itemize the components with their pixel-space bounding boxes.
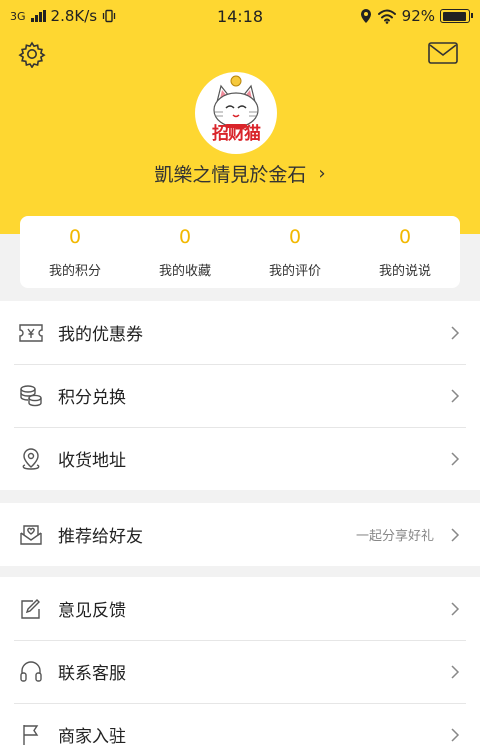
menu-label: 商家入驻: [58, 727, 126, 745]
battery-percent: 92%: [401, 7, 435, 25]
stat-label: 我的评价: [268, 263, 321, 279]
menu-group-account: 我的优惠券 积分兑换 收货地址: [0, 301, 480, 490]
menu-item-recommend[interactable]: 推荐给好友 一起分享好礼: [0, 503, 480, 566]
feedback-icon: [18, 596, 44, 622]
menu-item-merchant-join[interactable]: 商家入驻: [0, 703, 480, 745]
menu-hint: 一起分享好礼: [355, 529, 434, 544]
menu-label: 意见反馈: [58, 601, 126, 621]
menu-label: 积分兑换: [58, 388, 126, 408]
chevron-right-icon: [451, 601, 460, 616]
chevron-right-icon: [451, 664, 460, 679]
menu-group-support: 意见反馈 联系客服 商家入驻: [0, 577, 480, 745]
menu-label: 收货地址: [58, 451, 126, 471]
stat-reviews[interactable]: 0 我的评价: [240, 216, 350, 288]
stat-label: 我的积分: [48, 263, 101, 279]
menu-item-customer-service[interactable]: 联系客服: [0, 640, 480, 703]
avatar-logo-text: 招财猫: [212, 124, 261, 144]
stat-favorites[interactable]: 0 我的收藏: [130, 216, 240, 288]
gear-icon[interactable]: [18, 40, 46, 68]
headset-icon: [18, 659, 44, 685]
chevron-right-icon: [451, 388, 460, 403]
stat-value: 0: [398, 225, 412, 248]
coins-icon: [18, 383, 44, 409]
profile-header: 招财猫 凱樂之情見於金石 ›: [0, 0, 480, 234]
stats-card: 0 我的积分 0 我的收藏 0 我的评价 0 我的说说: [20, 216, 460, 288]
battery-icon: [440, 9, 473, 23]
chevron-right-icon: [451, 451, 460, 466]
menu-item-points-exchange[interactable]: 积分兑换: [0, 364, 480, 427]
menu-group-share: 推荐给好友 一起分享好礼: [0, 503, 480, 566]
wifi-icon: [377, 9, 396, 24]
status-bar: 3G 2.8K/s 14:18 92%: [0, 0, 480, 32]
chevron-right-icon: [451, 727, 460, 742]
mail-icon[interactable]: [428, 42, 458, 64]
stat-value: 0: [178, 225, 192, 248]
chevron-right-icon: [451, 527, 460, 542]
stat-label: 我的收藏: [158, 263, 211, 279]
location-icon: [360, 9, 371, 23]
network-speed: 2.8K/s: [50, 7, 98, 25]
stat-posts[interactable]: 0 我的说说: [350, 216, 460, 288]
menu-label: 我的优惠券: [58, 325, 143, 345]
username: 凱樂之情見於金石: [154, 164, 307, 186]
coupon-icon: [18, 320, 44, 346]
network-type: 3G: [10, 9, 26, 23]
chevron-right-icon: [451, 325, 460, 340]
stat-value: 0: [288, 225, 302, 248]
stat-points[interactable]: 0 我的积分: [20, 216, 130, 288]
menu-item-coupons[interactable]: 我的优惠券: [0, 301, 480, 364]
chevron-right-icon: ›: [318, 163, 326, 184]
flag-icon: [18, 722, 44, 745]
username-row[interactable]: 凱樂之情見於金石 ›: [0, 160, 480, 187]
vibrate-icon: [102, 9, 116, 23]
menu-label: 联系客服: [58, 664, 126, 684]
signal-icon: [30, 10, 46, 22]
location-pin-icon: [18, 446, 44, 472]
menu-label: 推荐给好友: [58, 527, 143, 547]
stat-value: 0: [68, 225, 82, 248]
stat-label: 我的说说: [378, 263, 431, 279]
gift-envelope-icon: [18, 522, 44, 548]
menu-item-shipping-address[interactable]: 收货地址: [0, 427, 480, 490]
menu-item-feedback[interactable]: 意见反馈: [0, 577, 480, 640]
avatar[interactable]: 招财猫: [195, 72, 277, 154]
